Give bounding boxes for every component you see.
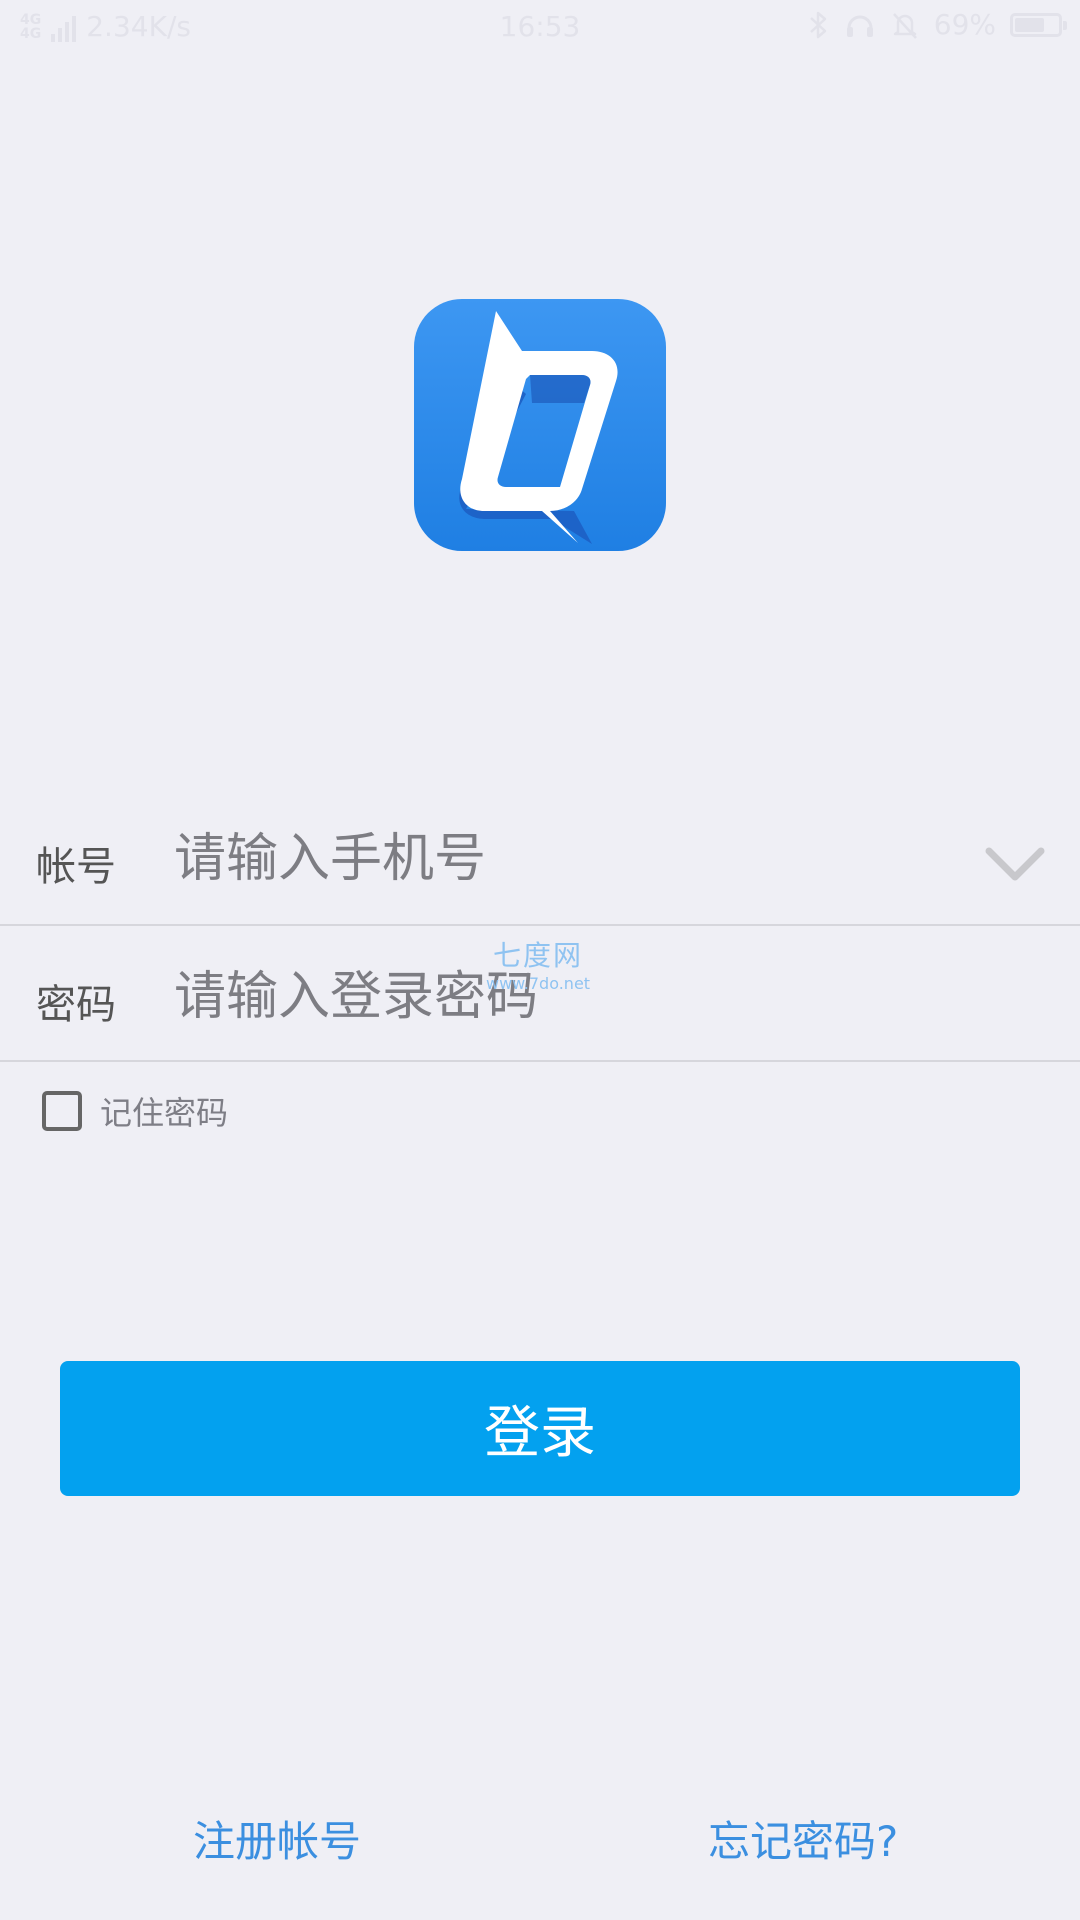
login-button[interactable]: 登录 [60,1361,1020,1496]
app-logo-mark [459,311,618,544]
remember-password-checkbox[interactable] [42,1091,82,1131]
battery-icon [1010,12,1067,37]
battery-percent: 69% [933,8,996,41]
watermark-url: www.7do.net [486,974,591,993]
register-link[interactable]: 注册帐号 [193,1808,361,1869]
account-row: 帐号 [0,800,1080,926]
status-bar: 4G 4G 2.34K/s 16:53 69% [0,0,1080,56]
bluetooth-icon [809,11,827,38]
bell-muted-icon [892,12,917,39]
account-label: 帐号 [36,844,116,890]
watermark-title: 七度网 [493,939,584,972]
account-input[interactable] [174,824,934,894]
forgot-password-link[interactable]: 忘记密码? [708,1808,898,1869]
chevron-down-icon [985,847,1045,881]
account-dropdown-button[interactable] [980,840,1050,890]
app-logo-icon [414,299,666,551]
headset-icon [846,15,873,37]
remember-password-label: 记住密码 [100,1094,229,1132]
watermark: 七度网 www.7do.net [486,934,590,993]
battery-level [1015,17,1044,32]
password-label: 密码 [36,982,116,1028]
status-right: 69% [808,8,1067,41]
remember-password-option[interactable]: 记住密码 [42,1088,228,1134]
